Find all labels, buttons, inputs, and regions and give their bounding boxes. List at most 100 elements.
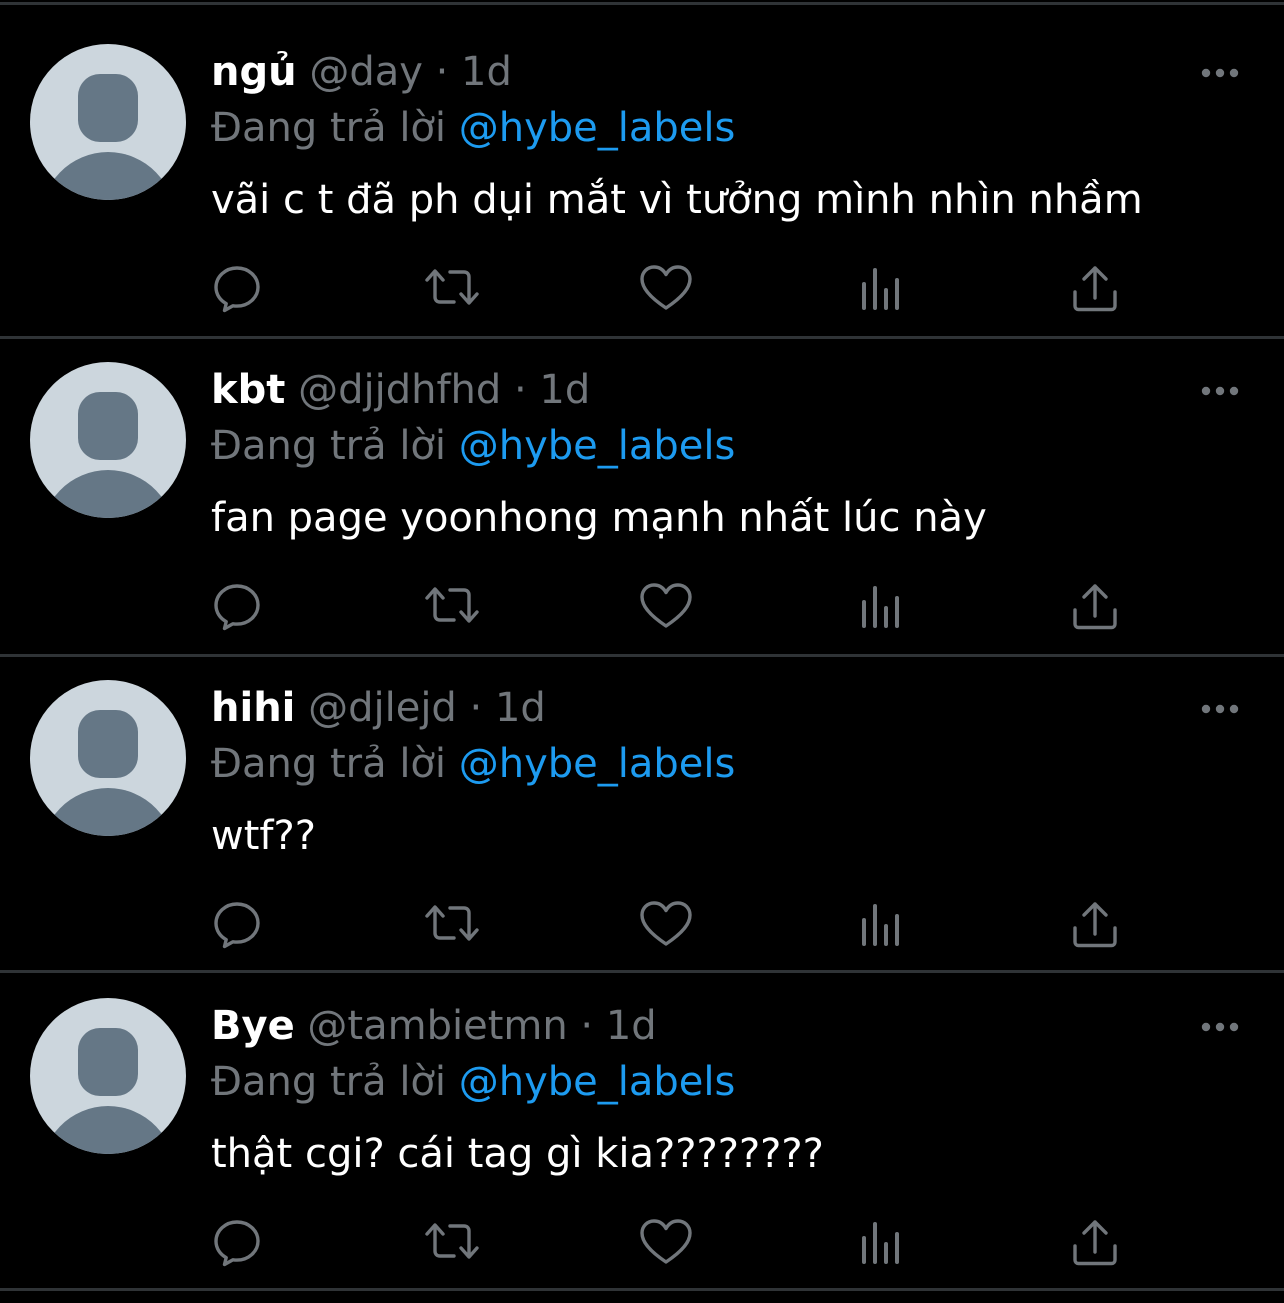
timestamp[interactable]: 1d (495, 685, 546, 731)
tweet[interactable]: kbt @djjdhfhd · 1d Đang trả lời @hybe_la… (0, 318, 1284, 636)
tweet-header: hihi @djlejd · 1d (211, 680, 546, 736)
action-bar (0, 1214, 1284, 1274)
tweet-text: wtf?? (211, 813, 316, 859)
separator-dot: · (435, 49, 449, 95)
tweet-text: fan page yoonhong mạnh nhất lúc này (211, 495, 987, 541)
like-icon (640, 901, 692, 946)
default-avatar-icon (43, 1028, 173, 1154)
like-button[interactable] (638, 260, 694, 316)
reply-button[interactable] (209, 578, 265, 634)
views-button[interactable] (853, 1214, 909, 1270)
reply-button[interactable] (209, 1214, 265, 1270)
views-button[interactable] (853, 260, 909, 316)
avatar[interactable] (30, 998, 186, 1154)
user-handle[interactable]: @djlejd (308, 685, 457, 731)
retweet-button[interactable] (424, 896, 480, 952)
more-button[interactable] (1196, 58, 1244, 88)
like-button[interactable] (638, 1214, 694, 1270)
views-icon (862, 904, 899, 946)
share-button[interactable] (1067, 1214, 1123, 1270)
more-horizontal-icon (1201, 386, 1239, 396)
user-handle[interactable]: @djjdhfhd (298, 367, 501, 413)
reply-mention-link[interactable]: @hybe_labels (459, 423, 736, 469)
avatar[interactable] (30, 362, 186, 518)
retweet-icon (425, 1223, 479, 1259)
more-horizontal-icon (1201, 704, 1239, 714)
views-icon (862, 586, 899, 628)
share-icon (1073, 1220, 1117, 1266)
action-bar (0, 578, 1284, 638)
replying-to-label: Đang trả lời (211, 741, 447, 787)
tweet-text: vãi c t đã ph dụi mắt vì tưởng mình nhìn… (211, 177, 1143, 223)
share-icon (1073, 902, 1117, 948)
share-button[interactable] (1067, 578, 1123, 634)
reply-mention-link[interactable]: @hybe_labels (459, 741, 736, 787)
like-button[interactable] (638, 578, 694, 634)
replying-to-label: Đang trả lời (211, 423, 447, 469)
user-handle[interactable]: @day (309, 49, 423, 95)
replying-to-label: Đang trả lời (211, 105, 447, 151)
reply-icon (214, 266, 260, 313)
divider (0, 1288, 1284, 1291)
replying-to-line: Đang trả lời @hybe_labels (211, 1054, 735, 1110)
user-handle[interactable]: @tambietmn (307, 1003, 567, 1049)
reply-button[interactable] (209, 896, 265, 952)
retweet-icon (425, 905, 479, 941)
more-horizontal-icon (1201, 1022, 1239, 1032)
share-icon (1073, 584, 1117, 630)
like-icon (640, 1219, 692, 1264)
views-button[interactable] (853, 896, 909, 952)
views-icon (862, 1222, 899, 1264)
retweet-button[interactable] (424, 260, 480, 316)
timestamp[interactable]: 1d (461, 49, 512, 95)
display-name[interactable]: Bye (211, 1003, 295, 1049)
action-bar (0, 260, 1284, 320)
reply-mention-link[interactable]: @hybe_labels (459, 105, 736, 151)
avatar[interactable] (30, 44, 186, 200)
display-name[interactable]: hihi (211, 685, 295, 731)
share-button[interactable] (1067, 260, 1123, 316)
more-button[interactable] (1196, 376, 1244, 406)
tweet[interactable]: ngủ @day · 1d Đang trả lời @hybe_labels … (0, 0, 1284, 318)
replying-to-line: Đang trả lời @hybe_labels (211, 736, 735, 792)
timestamp[interactable]: 1d (539, 367, 590, 413)
tweet-text: thật cgi? cái tag gì kia???????? (211, 1131, 824, 1177)
display-name[interactable]: kbt (211, 367, 285, 413)
views-button[interactable] (853, 578, 909, 634)
share-icon (1073, 266, 1117, 312)
default-avatar-icon (43, 392, 173, 518)
retweet-button[interactable] (424, 578, 480, 634)
retweet-icon (425, 269, 479, 305)
action-bar (0, 896, 1284, 956)
reply-icon (214, 584, 260, 631)
separator-dot: · (469, 685, 483, 731)
avatar[interactable] (30, 680, 186, 836)
retweet-button[interactable] (424, 1214, 480, 1270)
like-icon (640, 583, 692, 628)
tweet[interactable]: Bye @tambietmn · 1d Đang trả lời @hybe_l… (0, 954, 1284, 1272)
retweet-icon (425, 587, 479, 623)
reply-icon (214, 1220, 260, 1267)
more-button[interactable] (1196, 1012, 1244, 1042)
more-button[interactable] (1196, 694, 1244, 724)
tweet-header: ngủ @day · 1d (211, 44, 512, 100)
separator-dot: · (513, 367, 527, 413)
tweet-header: Bye @tambietmn · 1d (211, 998, 657, 1054)
default-avatar-icon (43, 710, 173, 836)
replying-to-line: Đang trả lời @hybe_labels (211, 418, 735, 474)
tweet-header: kbt @djjdhfhd · 1d (211, 362, 590, 418)
reply-mention-link[interactable]: @hybe_labels (459, 1059, 736, 1105)
like-button[interactable] (638, 896, 694, 952)
reply-feed: ngủ @day · 1d Đang trả lời @hybe_labels … (0, 0, 1284, 1303)
tweet[interactable]: hihi @djlejd · 1d Đang trả lời @hybe_lab… (0, 636, 1284, 954)
replying-to-label: Đang trả lời (211, 1059, 447, 1105)
share-button[interactable] (1067, 896, 1123, 952)
display-name[interactable]: ngủ (211, 49, 297, 95)
views-icon (862, 268, 899, 310)
default-avatar-icon (43, 74, 173, 200)
timestamp[interactable]: 1d (606, 1003, 657, 1049)
reply-icon (214, 902, 260, 949)
separator-dot: · (580, 1003, 594, 1049)
like-icon (640, 265, 692, 310)
reply-button[interactable] (209, 260, 265, 316)
